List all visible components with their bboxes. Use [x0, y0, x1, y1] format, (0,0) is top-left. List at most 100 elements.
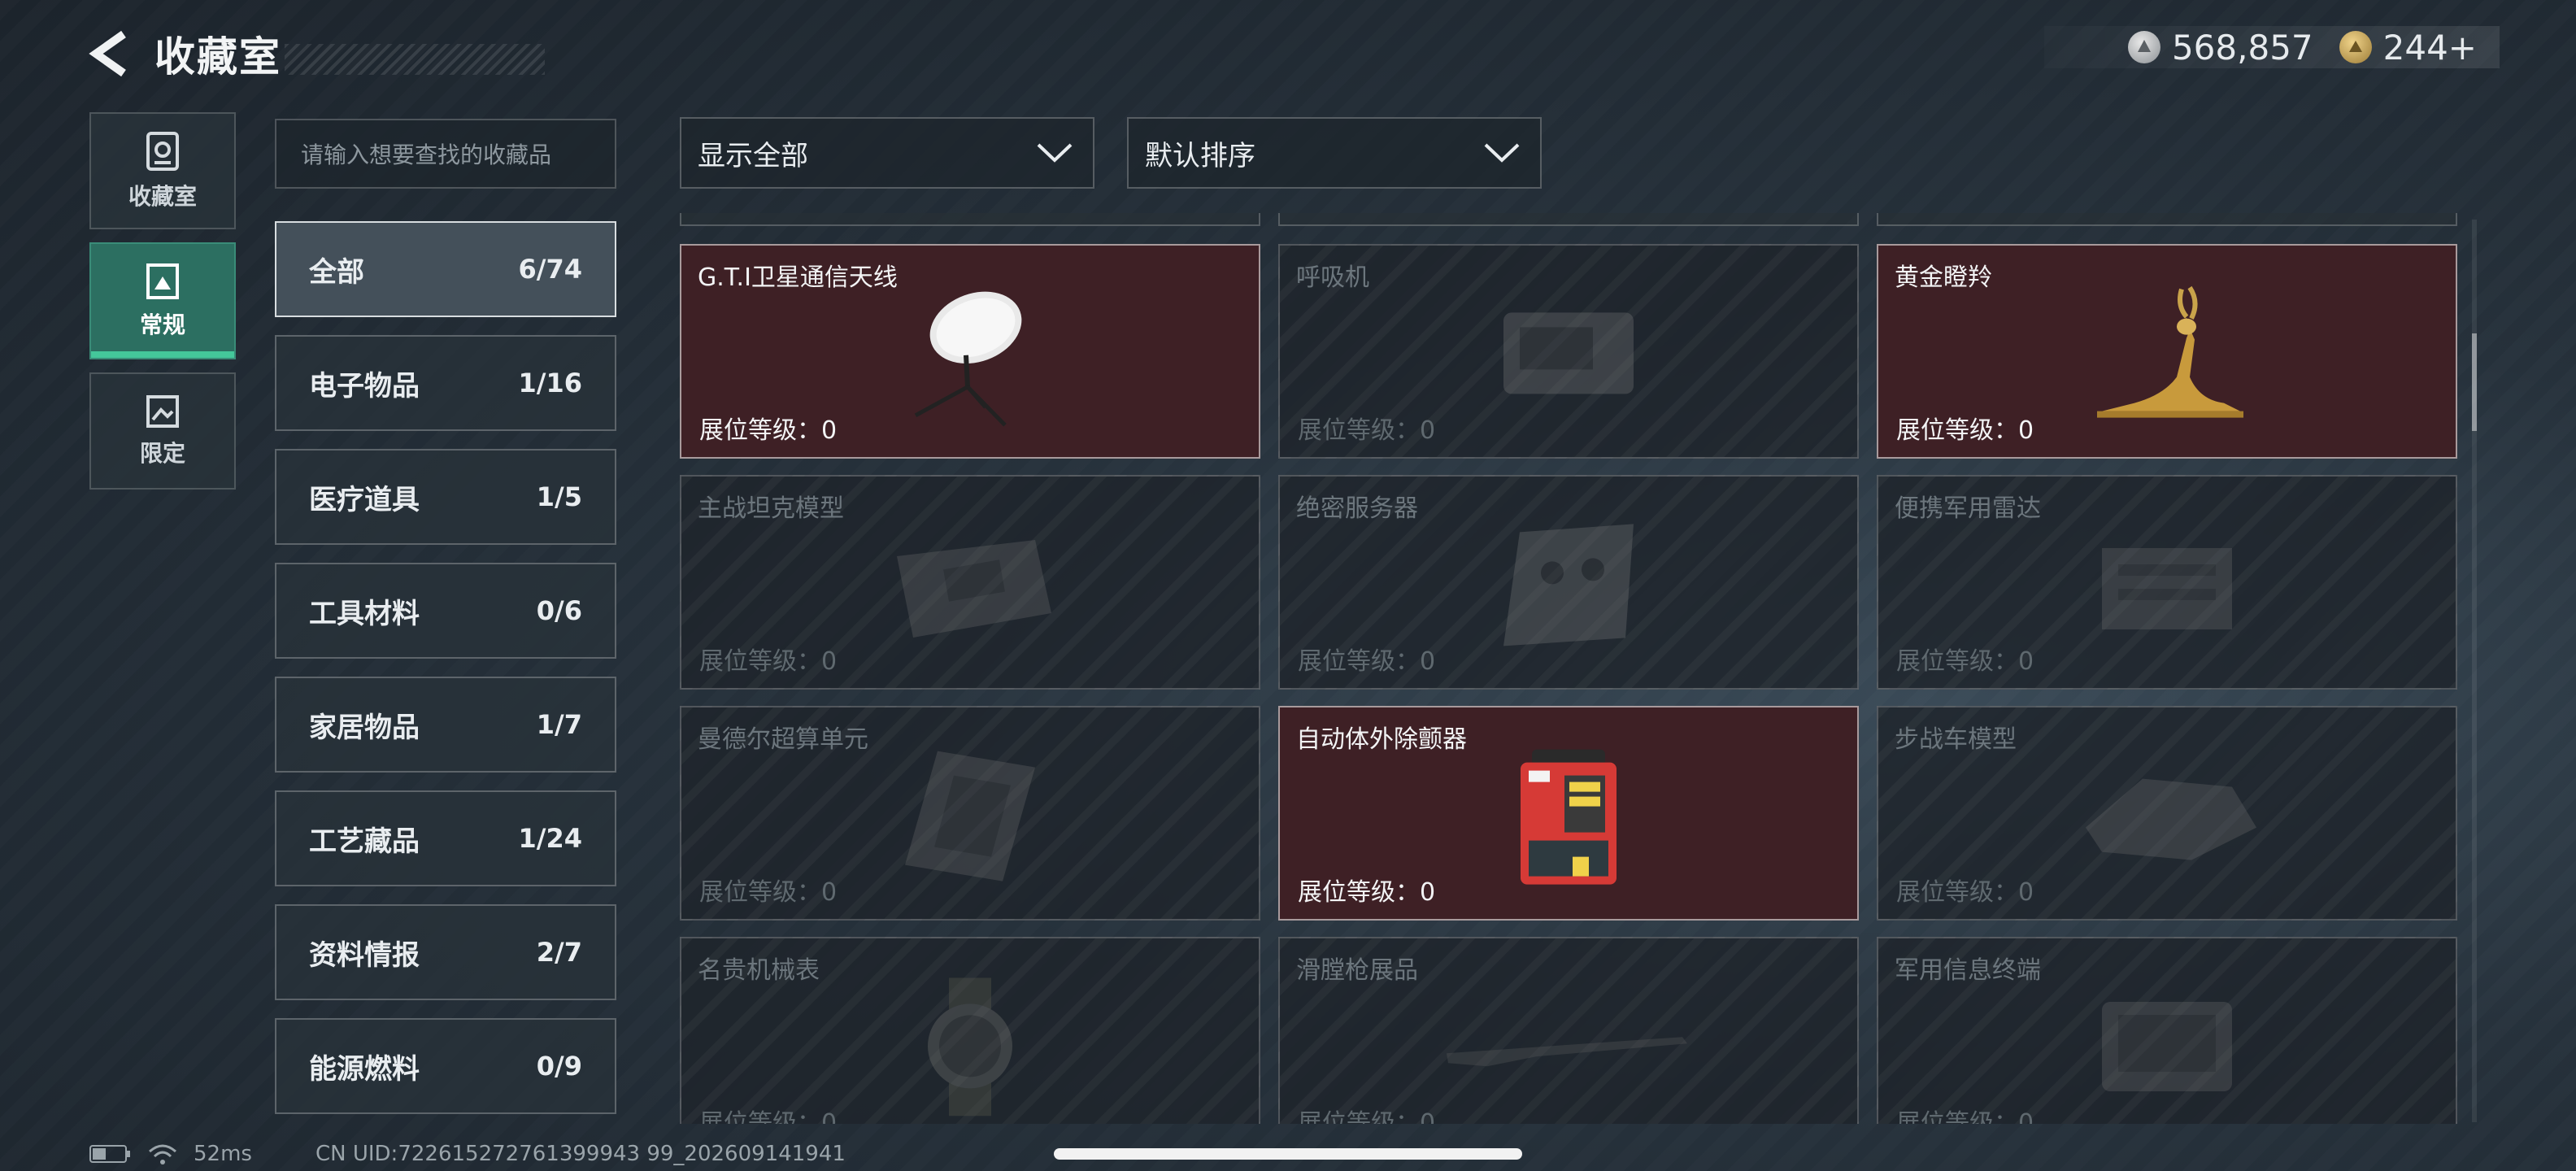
collection-room-icon: [146, 132, 179, 171]
collection-card-radar[interactable]: 便携军用雷达 展位等级：0: [1877, 475, 2457, 690]
display-level: 展位等级：0: [1896, 878, 2034, 907]
display-level: 展位等级：0: [1298, 1109, 1436, 1124]
battery-icon: [89, 1145, 130, 1163]
musket-icon: [1447, 1037, 1687, 1067]
sort-value: 默认排序: [1145, 139, 1255, 172]
chevron-down-icon: [1037, 143, 1073, 163]
item-name: 主战坦克模型: [698, 494, 844, 523]
nav-item-regular[interactable]: 常规: [89, 242, 236, 359]
terminal-icon: [2102, 1002, 2232, 1091]
collection-card-terminal[interactable]: 军用信息终端 展位等级：0: [1877, 937, 2457, 1124]
silver-coin-icon: [2127, 31, 2160, 63]
silver-balance: 568,857: [2171, 27, 2313, 67]
category-label: 工具材料: [309, 597, 420, 630]
category-household[interactable]: 家居物品 1/7: [275, 677, 616, 773]
partial-card-top: [680, 213, 1260, 226]
item-name: 军用信息终端: [1895, 956, 2041, 985]
defibrillator-icon: [1521, 749, 1617, 885]
header: 收藏室: [85, 24, 545, 83]
item-name: 绝密服务器: [1296, 494, 1418, 523]
category-intel[interactable]: 资料情报 2/7: [275, 904, 616, 1000]
gold-balance: 244+: [2382, 27, 2477, 67]
item-name: 呼吸机: [1296, 263, 1369, 292]
category-label: 家居物品: [309, 711, 420, 744]
supercomputer-unit-icon: [905, 751, 1035, 882]
collection-card-golden-gazelle[interactable]: 黄金瞪羚 展位等级：0: [1877, 244, 2457, 459]
display-level: 展位等级：0: [699, 416, 838, 445]
ping-value: 52ms: [194, 1142, 252, 1166]
search-input[interactable]: 请输入想要查找的收藏品: [275, 119, 616, 189]
category-electronics[interactable]: 电子物品 1/16: [275, 335, 616, 431]
nav-label: 限定: [139, 440, 185, 467]
golden-gazelle-icon: [2097, 285, 2243, 418]
currency-bar: 568,857 244+: [2044, 26, 2500, 68]
regular-icon: [146, 263, 179, 299]
category-crafts[interactable]: 工艺藏品 1/24: [275, 790, 616, 886]
page-title: 收藏室: [154, 33, 281, 81]
collection-grid: G.T.I卫星通信天线 展位等级：0 呼吸机 展位等级：0 黄金瞪羚 展位等级：…: [680, 213, 2459, 1124]
sort-dropdown[interactable]: 默认排序: [1127, 117, 1542, 189]
back-button[interactable]: [85, 24, 133, 83]
category-label: 电子物品: [309, 369, 420, 403]
chevron-down-icon: [1484, 143, 1520, 163]
category-label: 资料情报: [309, 938, 420, 972]
show-filter-dropdown[interactable]: 显示全部: [680, 117, 1094, 189]
ventilator-icon: [1503, 312, 1634, 394]
collection-card-tank-model[interactable]: 主战坦克模型 展位等级：0: [680, 475, 1260, 690]
category-label: 工艺藏品: [309, 825, 420, 858]
category-tools[interactable]: 工具材料 0/6: [275, 563, 616, 659]
collection-card-supercomputer-unit[interactable]: 曼德尔超算单元 展位等级：0: [680, 706, 1260, 921]
server-icon: [1503, 524, 1634, 646]
collection-card-server[interactable]: 绝密服务器 展位等级：0: [1278, 475, 1859, 690]
display-level: 展位等级：0: [1896, 416, 2034, 445]
category-label: 能源燃料: [309, 1052, 420, 1086]
category-count: 1/24: [518, 823, 582, 854]
grid-scrollbar[interactable]: [2472, 220, 2477, 1122]
status-footer: 52ms CN UID:722615272761399943 99_202609…: [89, 1142, 846, 1166]
collection-card-satellite-antenna[interactable]: G.T.I卫星通信天线 展位等级：0: [680, 244, 1260, 459]
collection-card-watch[interactable]: 名贵机械表 展位等级：0: [680, 937, 1260, 1124]
item-name: 曼德尔超算单元: [698, 725, 868, 754]
tank-model-icon: [897, 540, 1051, 638]
category-count: 0/9: [536, 1051, 582, 1082]
collection-card-defibrillator[interactable]: 自动体外除颤器 展位等级：0: [1278, 706, 1859, 921]
back-arrow-icon: [89, 30, 126, 77]
collection-card-musket[interactable]: 滑膛枪展品 展位等级：0: [1278, 937, 1859, 1124]
item-name: 便携军用雷达: [1895, 494, 2041, 523]
item-name: 名贵机械表: [698, 956, 820, 985]
side-nav: 收藏室 常规 限定: [89, 112, 236, 503]
display-level: 展位等级：0: [1896, 647, 2034, 676]
scroll-thumb[interactable]: [2472, 333, 2477, 431]
display-level: 展位等级：0: [699, 878, 838, 907]
show-filter-value: 显示全部: [698, 139, 808, 172]
display-level: 展位等级：0: [699, 647, 838, 676]
category-list: 全部 6/74 电子物品 1/16 医疗道具 1/5 工具材料 0/6 家居物品…: [275, 221, 616, 1132]
display-level: 展位等级：0: [1298, 647, 1436, 676]
partial-card-top: [1278, 213, 1859, 226]
display-level: 展位等级：0: [1896, 1109, 2034, 1124]
partial-card-top: [1877, 213, 2457, 226]
category-medical[interactable]: 医疗道具 1/5: [275, 449, 616, 545]
collection-card-ventilator[interactable]: 呼吸机 展位等级：0: [1278, 244, 1859, 459]
display-level: 展位等级：0: [1298, 878, 1436, 907]
category-label: 全部: [309, 255, 364, 289]
display-level: 展位等级：0: [1298, 416, 1436, 445]
nav-label: 收藏室: [128, 183, 197, 210]
category-count: 1/16: [518, 368, 582, 398]
collection-card-ifv-model[interactable]: 步战车模型 展位等级：0: [1877, 706, 2457, 921]
item-name: G.T.I卫星通信天线: [698, 263, 898, 292]
radar-icon: [2102, 548, 2232, 629]
home-indicator[interactable]: [1054, 1148, 1522, 1160]
item-name: 滑膛枪展品: [1296, 956, 1418, 985]
nav-item-limited[interactable]: 限定: [89, 372, 236, 490]
item-name: 自动体外除颤器: [1296, 725, 1467, 754]
category-energy[interactable]: 能源燃料 0/9: [275, 1018, 616, 1114]
category-count: 1/7: [536, 709, 582, 740]
item-name: 黄金瞪羚: [1895, 263, 1992, 292]
nav-label: 常规: [139, 311, 185, 338]
user-uid: CN UID:722615272761399943 99_20260914194…: [315, 1142, 846, 1166]
wifi-icon: [149, 1144, 176, 1164]
category-all[interactable]: 全部 6/74: [275, 221, 616, 317]
nav-item-collection-room[interactable]: 收藏室: [89, 112, 236, 229]
ifv-model-icon: [2086, 778, 2256, 860]
